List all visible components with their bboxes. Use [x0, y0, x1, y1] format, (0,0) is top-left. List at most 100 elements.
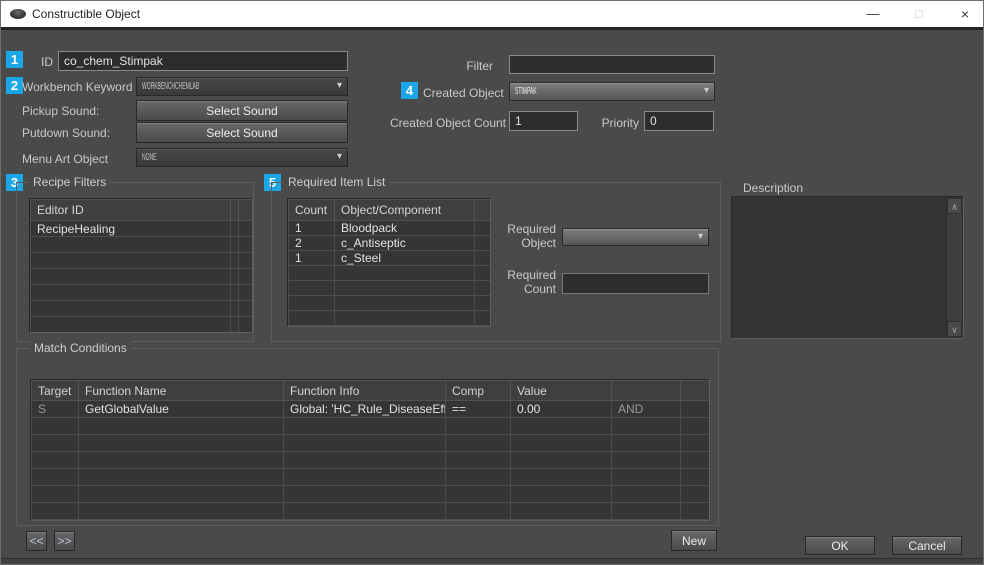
required-item-table[interactable]: Count Object/Component 1 Bloodpack 2 c_Antise… — [288, 199, 490, 326]
table-cell[interactable] — [510, 417, 612, 435]
table-cell[interactable] — [230, 268, 239, 285]
scroll-up-icon[interactable]: ∧ — [947, 198, 962, 214]
scroll-down-icon[interactable]: ∨ — [947, 321, 962, 337]
table-cell[interactable]: c_Antiseptic — [334, 235, 475, 251]
table-cell[interactable] — [680, 400, 709, 418]
table-cell[interactable]: Global: 'HC_Rule_DiseaseEff... — [283, 400, 446, 418]
table-row[interactable]: 1 Bloodpack — [288, 220, 490, 236]
table-cell[interactable] — [510, 502, 612, 520]
description-scrollbar[interactable]: ∧ ∨ — [946, 198, 962, 337]
created-object-count-input[interactable] — [509, 111, 578, 131]
created-object-dropdown[interactable]: STIMPAK ▾ — [509, 82, 715, 101]
table-cell[interactable] — [445, 485, 511, 503]
table-cell[interactable] — [238, 316, 252, 332]
table-cell[interactable] — [611, 485, 681, 503]
table-cell[interactable]: 1 — [288, 220, 335, 236]
table-cell[interactable] — [230, 284, 239, 301]
table-cell[interactable]: Bloodpack — [334, 220, 475, 236]
table-row[interactable] — [30, 284, 252, 301]
table-cell[interactable] — [474, 250, 490, 266]
required-count-input[interactable] — [562, 273, 709, 294]
column-header[interactable] — [230, 199, 239, 221]
table-cell[interactable] — [31, 417, 79, 435]
table-row[interactable] — [30, 236, 252, 253]
table-cell[interactable] — [611, 434, 681, 452]
table-cell[interactable] — [474, 235, 490, 251]
table-cell[interactable] — [30, 284, 231, 301]
minimize-icon[interactable]: — — [856, 1, 890, 27]
table-cell[interactable] — [238, 284, 252, 301]
table-cell[interactable]: AND — [611, 400, 681, 418]
table-cell[interactable]: 0.00 — [510, 400, 612, 418]
table-cell[interactable]: 2 — [288, 235, 335, 251]
table-row[interactable] — [31, 485, 709, 503]
table-row[interactable] — [288, 295, 490, 311]
next-condition-button[interactable]: >> — [54, 531, 75, 551]
table-row[interactable] — [31, 451, 709, 469]
filter-input[interactable] — [509, 55, 715, 74]
table-row[interactable]: S GetGlobalValue Global: 'HC_Rule_DiseaseE… — [31, 400, 709, 418]
table-cell[interactable]: RecipeHealing — [30, 220, 231, 237]
table-cell[interactable]: == — [445, 400, 511, 418]
workbench-keyword-dropdown[interactable]: WORKBENCHCHEMLAB ▾ — [136, 77, 348, 96]
table-cell[interactable] — [283, 485, 446, 503]
table-cell[interactable] — [611, 468, 681, 486]
ok-button[interactable]: OK — [805, 536, 875, 555]
table-cell[interactable] — [474, 220, 490, 236]
column-header[interactable]: Value — [510, 380, 612, 401]
table-cell[interactable] — [445, 502, 511, 520]
description-textarea[interactable]: ∧ ∨ — [731, 196, 964, 339]
table-cell[interactable] — [31, 451, 79, 469]
table-cell[interactable] — [611, 417, 681, 435]
table-row[interactable]: RecipeHealing — [30, 220, 252, 237]
table-cell[interactable] — [283, 417, 446, 435]
table-cell[interactable] — [334, 310, 475, 326]
table-row[interactable] — [30, 316, 252, 332]
column-header[interactable] — [680, 380, 709, 401]
table-row[interactable]: 2 c_Antiseptic — [288, 235, 490, 251]
table-cell[interactable] — [680, 502, 709, 520]
table-row[interactable] — [288, 310, 490, 326]
table-cell[interactable] — [31, 502, 79, 520]
prev-condition-button[interactable]: << — [26, 531, 47, 551]
new-condition-button[interactable]: New — [671, 530, 717, 551]
table-cell[interactable] — [230, 252, 239, 269]
column-header[interactable] — [238, 199, 252, 221]
table-cell[interactable] — [288, 295, 335, 311]
table-cell[interactable] — [30, 236, 231, 253]
table-cell[interactable]: c_Steel — [334, 250, 475, 266]
column-header[interactable]: Function Name — [78, 380, 284, 401]
table-cell[interactable] — [230, 236, 239, 253]
column-header[interactable]: Count — [288, 199, 335, 221]
table-cell[interactable] — [238, 300, 252, 317]
table-cell[interactable] — [288, 310, 335, 326]
table-row[interactable] — [30, 252, 252, 269]
table-cell[interactable]: 1 — [288, 250, 335, 266]
table-row[interactable]: 1 c_Steel — [288, 250, 490, 266]
column-header[interactable] — [611, 380, 681, 401]
required-object-dropdown[interactable]: ▾ — [562, 228, 709, 246]
table-cell[interactable] — [30, 268, 231, 285]
table-cell[interactable] — [474, 310, 490, 326]
table-cell[interactable] — [445, 417, 511, 435]
table-cell[interactable] — [510, 468, 612, 486]
column-header[interactable]: Target — [31, 380, 79, 401]
column-header[interactable]: Editor ID — [30, 199, 231, 221]
table-cell[interactable] — [334, 265, 475, 281]
table-cell[interactable] — [611, 502, 681, 520]
table-cell[interactable] — [445, 434, 511, 452]
column-header[interactable]: Function Info — [283, 380, 446, 401]
table-cell[interactable] — [230, 220, 239, 237]
recipe-filters-table[interactable]: Editor ID RecipeHealing — [30, 199, 252, 332]
table-cell[interactable] — [445, 451, 511, 469]
table-cell[interactable] — [30, 316, 231, 332]
table-cell[interactable] — [288, 265, 335, 281]
table-cell[interactable] — [78, 468, 284, 486]
putdown-select-sound-button[interactable]: Select Sound — [136, 122, 348, 143]
table-row[interactable] — [31, 417, 709, 435]
table-cell[interactable] — [238, 252, 252, 269]
pickup-select-sound-button[interactable]: Select Sound — [136, 100, 348, 121]
column-header[interactable]: Object/Component — [334, 199, 475, 221]
column-header[interactable]: Comp — [445, 380, 511, 401]
match-conditions-table[interactable]: Target Function Name Function Info Comp Valu… — [31, 380, 709, 520]
